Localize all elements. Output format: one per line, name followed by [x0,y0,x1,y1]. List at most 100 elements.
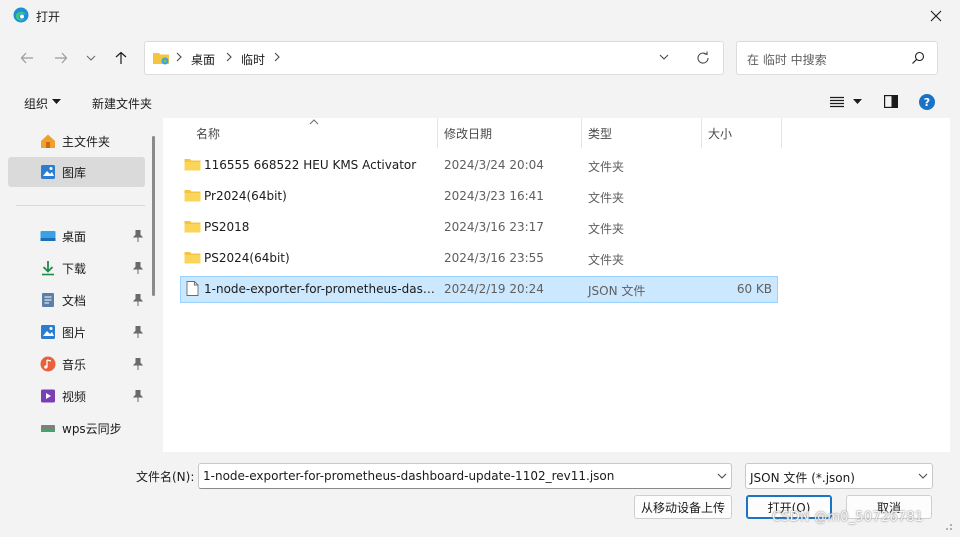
file-size: 60 KB [736,282,772,296]
table-row[interactable]: 116555 668522 HEU KMS Activator 2024/3/2… [180,152,778,179]
folder-icon [184,159,201,171]
sidebar-item-label: 下载 [62,261,87,276]
breadcrumb-temp[interactable]: 临时 [241,51,265,68]
pin-icon[interactable] [133,390,143,402]
file-name: PS2018 [204,220,250,234]
view-list-icon[interactable] [830,96,844,108]
pin-icon[interactable] [133,358,143,370]
column-header-type[interactable]: 类型 [588,125,612,142]
caret-down-icon[interactable] [853,99,862,105]
sidebar-item-desktop[interactable]: 桌面 [8,221,145,251]
file-type-filter[interactable]: JSON 文件 (*.json) [745,463,933,489]
sidebar-item-home[interactable]: 主文件夹 [8,126,145,156]
arrow-right-icon [55,52,68,64]
column-header-date[interactable]: 修改日期 [444,125,492,142]
chevron-down-icon[interactable] [717,471,727,481]
music-icon [40,356,56,372]
forward-button[interactable] [48,45,74,71]
file-type: JSON 文件 [588,284,646,298]
file-date: 2024/3/16 23:55 [444,251,544,265]
chevron-right-icon [226,52,232,62]
desktop-icon [40,228,56,244]
close-button[interactable] [916,0,956,32]
new-folder-button[interactable]: 新建文件夹 [92,95,152,112]
sidebar-item-label: 桌面 [62,229,87,244]
arrow-left-icon [20,52,33,64]
resize-grip-icon[interactable] [940,518,954,532]
file-date: 2024/3/24 20:04 [444,158,544,172]
chevron-down-icon[interactable] [657,50,671,64]
sidebar-item-music[interactable]: 音乐 [8,349,145,379]
pictures-icon [40,324,56,340]
organize-menu[interactable]: 组织 [24,95,48,112]
folder-icon [184,190,201,202]
upload-from-device-button[interactable]: 从移动设备上传 [634,495,732,519]
video-icon [40,388,56,404]
folder-location-icon [153,53,169,65]
arrow-up-icon [115,51,127,64]
svg-text:?: ? [924,96,930,109]
file-type: 文件夹 [588,222,625,236]
table-row-selected[interactable]: 1-node-exporter-for-prometheus-dashboard… [180,276,778,303]
sidebar-item-label: 音乐 [62,357,87,372]
nav-divider [16,205,145,206]
sidebar-item-label: 图片 [62,325,87,340]
sidebar-item-wps-sync[interactable]: wps云同步 [8,413,145,443]
file-icon [186,281,199,296]
column-divider[interactable] [781,118,782,148]
sidebar-item-downloads[interactable]: 下载 [8,253,145,283]
file-date: 2024/3/23 16:41 [444,189,544,203]
search-icon[interactable] [911,51,925,65]
table-row[interactable]: PS2018 2024/3/16 23:17 文件夹 [180,214,778,241]
drive-icon [40,420,56,436]
recent-locations-button[interactable] [80,45,102,71]
address-bar[interactable]: 桌面 临时 [144,41,724,75]
navigation-pane: 主文件夹 图库 桌面 下载 文档 图片 音乐 视频 wps云同步 [8,118,154,452]
sidebar-item-label: 视频 [62,389,87,404]
sidebar-item-pictures[interactable]: 图片 [8,317,145,347]
file-type: 文件夹 [588,160,625,174]
preview-pane-icon[interactable] [884,95,898,108]
chevron-right-icon[interactable] [272,50,282,64]
column-divider[interactable] [437,118,438,148]
search-input[interactable]: 在 临时 中搜索 [747,51,827,68]
pin-icon[interactable] [133,326,143,338]
search-box[interactable]: 在 临时 中搜索 [736,41,938,75]
filename-input[interactable]: 1-node-exporter-for-prometheus-dashboard… [198,463,732,489]
filter-value: JSON 文件 (*.json) [750,471,855,485]
up-button[interactable] [108,45,134,71]
table-row[interactable]: PS2024(64bit) 2024/3/16 23:55 文件夹 [180,245,778,272]
folder-icon [184,221,201,233]
chevron-right-icon [176,52,182,62]
table-row[interactable]: Pr2024(64bit) 2024/3/23 16:41 文件夹 [180,183,778,210]
sidebar-item-documents[interactable]: 文档 [8,285,145,315]
nav-scrollbar[interactable] [152,136,155,296]
chevron-down-icon[interactable] [918,471,928,481]
home-icon [40,133,56,149]
column-divider[interactable] [701,118,702,148]
filename-label: 文件名(N): [136,470,195,484]
sidebar-item-videos[interactable]: 视频 [8,381,145,411]
watermark: CSDN @m0_50726781 [772,510,924,525]
file-date: 2024/2/19 20:24 [444,282,544,296]
file-date: 2024/3/16 23:17 [444,220,544,234]
pin-icon[interactable] [133,230,143,242]
caret-down-icon[interactable] [52,99,61,105]
file-type: 文件夹 [588,191,625,205]
pin-icon[interactable] [133,262,143,274]
column-header-size[interactable]: 大小 [708,125,732,142]
edge-icon [13,7,29,23]
breadcrumb-desktop[interactable]: 桌面 [191,51,215,68]
close-icon [930,10,942,22]
file-name: PS2024(64bit) [204,251,290,265]
column-header-name[interactable]: 名称 [196,125,220,142]
file-list: 名称 修改日期 类型 大小 116555 668522 HEU KMS Acti… [163,118,950,452]
back-button[interactable] [14,45,40,71]
sidebar-item-label: 主文件夹 [62,134,111,149]
column-divider[interactable] [581,118,582,148]
sidebar-item-gallery[interactable]: 图库 [8,157,145,187]
help-icon[interactable]: ? [919,94,935,110]
refresh-icon[interactable] [695,50,711,66]
pin-icon[interactable] [133,294,143,306]
chevron-down-icon [86,55,96,61]
